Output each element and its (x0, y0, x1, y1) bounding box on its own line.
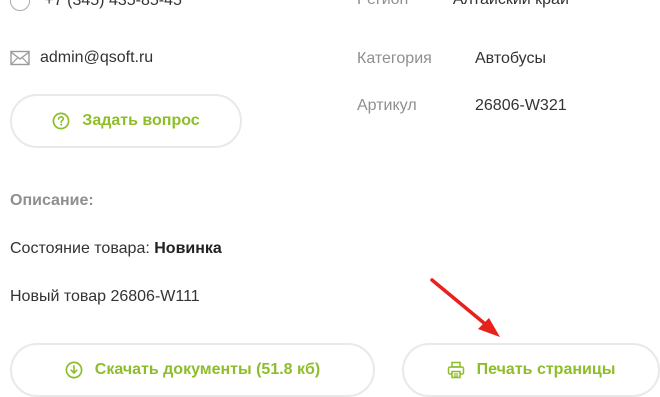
condition-value: Новинка (154, 240, 222, 257)
print-page-label: Печать страницы (476, 361, 616, 378)
phone-row: +7 (345) 435-85-45 (10, 0, 182, 11)
annotation-arrow (430, 278, 500, 337)
email-link[interactable]: admin@qsoft.ru (40, 49, 153, 67)
description-text: Новый товар 26806-W111 (10, 288, 200, 305)
attribute-sku: Артикул 26806-W321 (357, 97, 567, 115)
print-page-button[interactable]: Печать страницы (402, 343, 660, 397)
download-documents-label: Скачать документы (51.8 кб) (94, 361, 321, 378)
download-documents-button[interactable]: Скачать документы (51.8 кб) (10, 343, 375, 397)
phone-icon (10, 0, 30, 11)
description-title: Описание: (10, 192, 94, 209)
condition-label: Состояние товара: (10, 240, 150, 257)
region-row: Регион Алтайский край (357, 0, 569, 9)
region-label: Регион (357, 0, 408, 8)
phone-number[interactable]: +7 (345) 435-85-45 (44, 0, 181, 9)
download-icon (65, 361, 83, 379)
attribute-label: Артикул (357, 97, 417, 114)
attribute-label: Категория (357, 50, 432, 67)
question-icon (52, 112, 70, 130)
email-row: admin@qsoft.ru (10, 49, 153, 67)
attribute-category: Категория Автобусы (357, 50, 546, 68)
product-condition: Состояние товара: Новинка (10, 240, 222, 258)
printer-icon (447, 361, 465, 379)
region-value: Алтайский край (453, 0, 569, 8)
ask-question-label: Задать вопрос (82, 112, 200, 129)
attribute-value: Автобусы (475, 50, 546, 67)
mail-icon (10, 50, 30, 66)
ask-question-button[interactable]: Задать вопрос (10, 94, 242, 148)
attribute-value: 26806-W321 (475, 97, 567, 114)
